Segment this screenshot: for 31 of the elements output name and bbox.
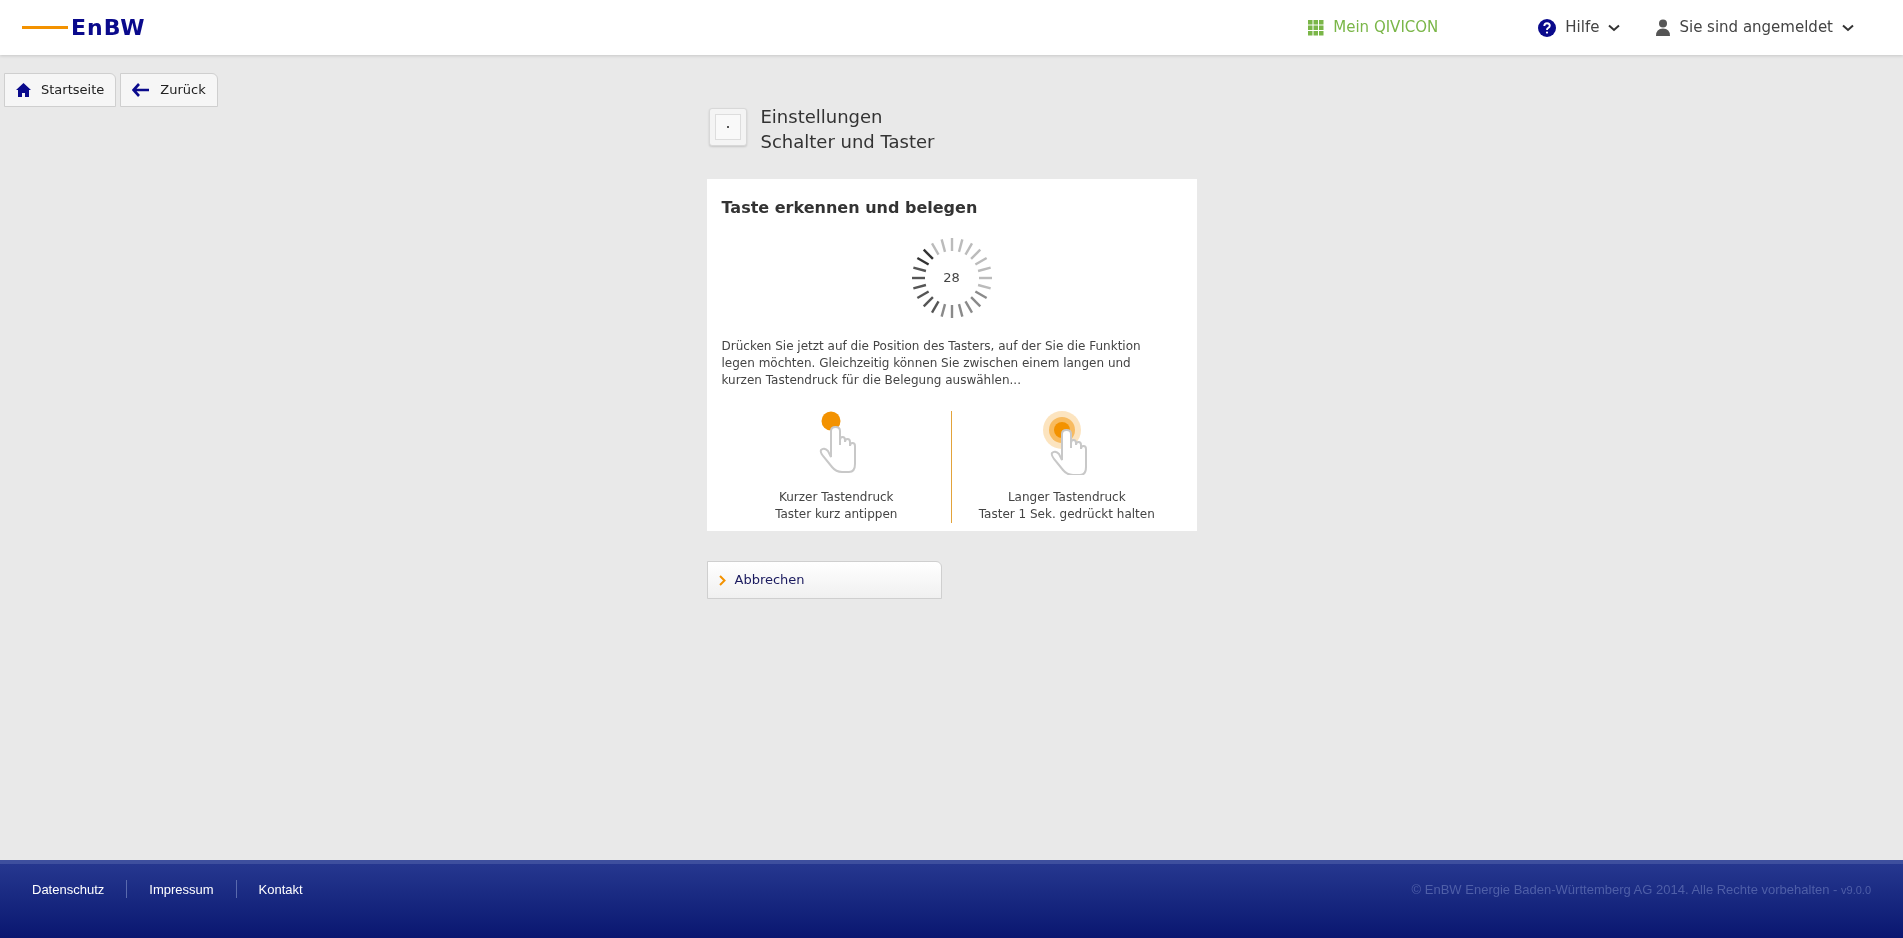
press-option[interactable]: Langer Tastendruck Taster 1 Sek. gedrückt halten [951, 411, 1182, 523]
help-icon [1538, 18, 1557, 37]
footer-link[interactable]: Impressum [149, 880, 214, 900]
nav-link[interactable]: Sie sind angemeldet [1656, 16, 1854, 39]
option-hint: Taster kurz antippen [775, 506, 898, 523]
instruction-text: Drücken Sie jetzt auf die Position des Tasters, auf der Sie die Funktion legen möchten. Gleichzeitig können Sie zwischen einem langen und kurzen Tastendruck für die Belegung auswählen... [721, 338, 1142, 389]
back-arrow-icon [132, 83, 151, 97]
page-title: Einstellungen [760, 105, 884, 129]
user-icon [1656, 19, 1671, 36]
footer-link[interactable]: Kontakt [258, 880, 303, 900]
chevron-down-icon [1842, 23, 1854, 32]
logo-line [22, 26, 68, 29]
chevron-right-icon [718, 574, 726, 586]
page-subtitle: Schalter und Taster [760, 130, 935, 154]
home-icon [16, 83, 31, 97]
option-hint: Taster 1 Sek. gedrückt halten [978, 506, 1155, 523]
cancel-button[interactable]: Abbrechen [706, 561, 942, 599]
option-title: Langer Tastendruck [1007, 489, 1126, 506]
toolbar-button[interactable]: Startseite [4, 73, 117, 107]
grid-icon [1308, 19, 1325, 36]
chevron-down-icon [1608, 23, 1621, 32]
press-option[interactable]: Kurzer Tastendruck Taster kurz antippen [721, 411, 951, 523]
toolbar-button[interactable]: Zurück [120, 73, 218, 107]
logo[interactable]: EnBW [71, 16, 146, 39]
footer-link[interactable]: Datenschutz [32, 880, 105, 900]
card-title: Taste erkennen und belegen [721, 197, 979, 219]
option-title: Kurzer Tastendruck [778, 489, 894, 506]
spinner-icon [910, 237, 993, 319]
nav-link[interactable]: Hilfe [1538, 16, 1621, 39]
countdown: 28 [943, 269, 960, 288]
switch-icon [708, 108, 747, 146]
